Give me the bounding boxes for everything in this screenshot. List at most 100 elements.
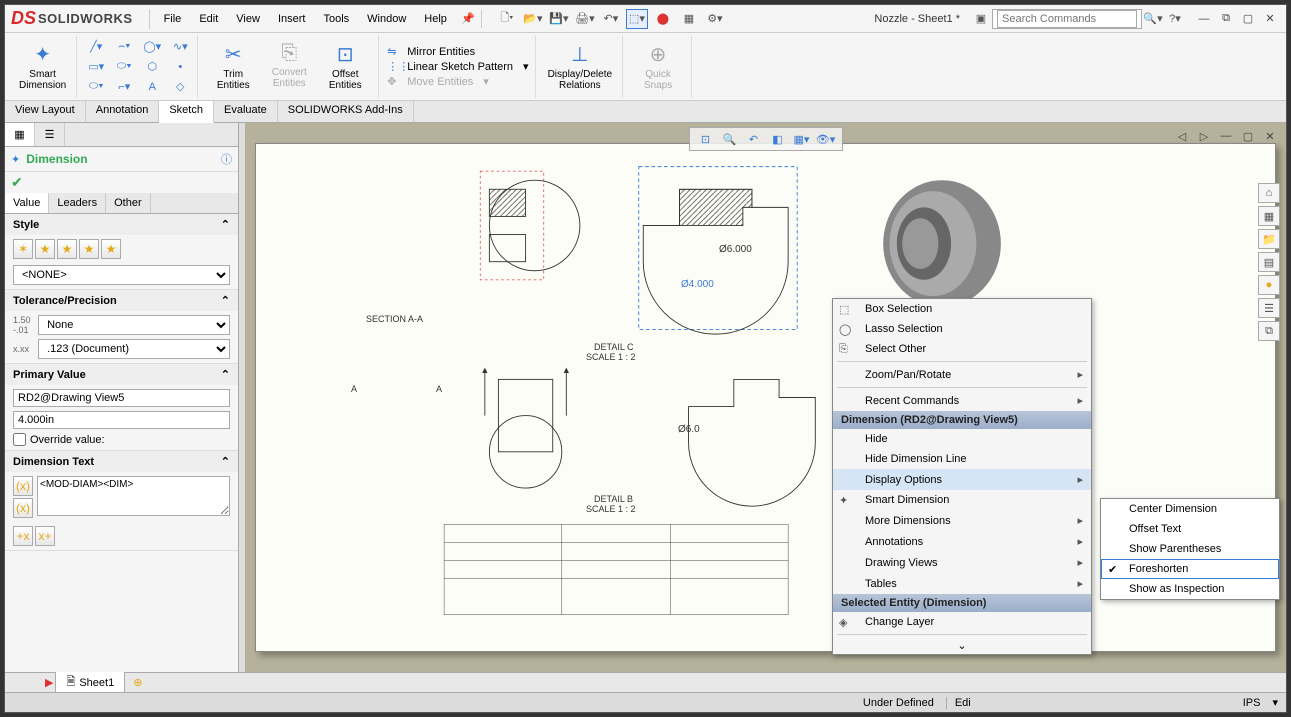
doc-restore-icon[interactable]: ▢ (1238, 127, 1258, 145)
sm-foreshorten[interactable]: ✔Foreshorten (1101, 559, 1279, 579)
display-style-icon[interactable]: ▦▾ (792, 130, 812, 148)
search-input[interactable] (997, 10, 1137, 28)
smart-dimension-button[interactable]: ✦ Smart Dimension (15, 40, 70, 93)
subtab-leaders[interactable]: Leaders (49, 193, 106, 213)
style-update-icon[interactable]: ★ (57, 239, 77, 259)
home-icon[interactable]: ⌂ (1258, 183, 1280, 203)
appearances-icon[interactable]: ● (1258, 275, 1280, 295)
model-tab-icon[interactable]: ▶ (45, 676, 53, 689)
ellipse-icon[interactable]: ⬭▾ (85, 78, 107, 96)
style-apply-icon[interactable]: ✶ (13, 239, 33, 259)
undo-icon[interactable]: ↶▾ (600, 9, 622, 29)
tolerance-precision-select[interactable]: .123 (Document) (38, 339, 230, 359)
forum-icon[interactable]: ⧉ (1258, 321, 1280, 341)
dimension-name-input[interactable] (13, 389, 230, 407)
prev-view-icon[interactable]: ↶ (744, 130, 764, 148)
cm-annotations[interactable]: Annotations▸ (833, 531, 1091, 552)
cm-smart-dimension[interactable]: ✦Smart Dimension (833, 490, 1091, 510)
cm-lasso-selection[interactable]: ◯Lasso Selection (833, 319, 1091, 339)
open-icon[interactable]: 📂▾ (522, 9, 544, 29)
save-icon[interactable]: 💾▾ (548, 9, 570, 29)
section-view-icon[interactable]: ◧ (768, 130, 788, 148)
cm-select-other[interactable]: ⎘Select Other (833, 339, 1091, 359)
style-save-icon[interactable]: ★ (101, 239, 121, 259)
search-icon[interactable]: 🔍▾ (1142, 9, 1164, 29)
menu-view[interactable]: View (228, 9, 268, 29)
trim-entities-button[interactable]: ✂ Trim Entities (206, 40, 260, 93)
explorer-icon[interactable]: ▤ (1258, 252, 1280, 272)
align-center-icon[interactable]: x+ (35, 526, 55, 546)
cm-recent-commands[interactable]: Recent Commands▸ (833, 390, 1091, 411)
search-prefix-icon[interactable]: ▣ (970, 9, 992, 29)
cm-expand[interactable]: ⌄ (833, 637, 1091, 654)
minimize-icon[interactable]: — (1194, 10, 1214, 28)
collapse-icon[interactable]: ⌃ (221, 368, 230, 381)
plane-icon[interactable]: ◇ (169, 78, 191, 96)
print-icon[interactable]: 🖨▾ (574, 9, 596, 29)
cm-more-dimensions[interactable]: More Dimensions▸ (833, 510, 1091, 531)
select-icon[interactable]: ⬚▾ (626, 9, 648, 29)
cm-hide-dimension-line[interactable]: Hide Dimension Line (833, 449, 1091, 469)
text-icon[interactable]: A (141, 78, 163, 96)
tab-view-layout[interactable]: View Layout (5, 101, 86, 122)
point-icon[interactable]: • (169, 58, 191, 76)
subtab-other[interactable]: Other (106, 193, 151, 213)
align-left-icon[interactable]: +x (13, 526, 33, 546)
cm-box-selection[interactable]: ⬚Box Selection (833, 299, 1091, 319)
pushpin-icon[interactable]: 📌 (457, 9, 479, 29)
spline-icon[interactable]: ∿▾ (169, 38, 191, 56)
collapse-icon[interactable]: ⌃ (221, 218, 230, 231)
mirror-entities-button[interactable]: ⇋ Mirror Entities (387, 44, 475, 59)
polygon-icon[interactable]: ⬡ (141, 58, 163, 76)
dim-4000-selected[interactable]: Ø4.000 (681, 279, 714, 290)
panel-help-icon[interactable]: ⓘ (221, 151, 232, 167)
menu-insert[interactable]: Insert (270, 9, 314, 29)
doc-prev-icon[interactable]: ◁ (1172, 127, 1192, 145)
slot-icon[interactable]: ⬭▾ (113, 58, 135, 76)
search-commands[interactable] (992, 9, 1142, 29)
style-add-icon[interactable]: ★ (35, 239, 55, 259)
dim-6-side[interactable]: Ø6.0 (678, 424, 700, 435)
maximize-icon[interactable]: ▢ (1238, 10, 1258, 28)
doc-close-icon[interactable]: ✕ (1260, 127, 1280, 145)
property-tab[interactable]: ☰ (35, 123, 65, 146)
zoom-fit-icon[interactable]: ⊡ (696, 130, 716, 148)
text-prefix-icon[interactable]: (x) (13, 476, 33, 496)
restore-icon[interactable]: ⧉ (1216, 10, 1236, 28)
cm-tables[interactable]: Tables▸ (833, 573, 1091, 594)
rebuild-icon[interactable]: ⬤ (652, 9, 674, 29)
dim-6000[interactable]: Ø6.000 (719, 244, 752, 255)
linear-pattern-button[interactable]: ⋮⋮ Linear Sketch Pattern ▾ (387, 59, 528, 74)
display-relations-button[interactable]: ⊥ Display/Delete Relations (544, 40, 616, 93)
resources-icon[interactable]: ▦ (1258, 206, 1280, 226)
doc-next-icon[interactable]: ▷ (1194, 127, 1214, 145)
arc-icon[interactable]: ⌢▾ (113, 38, 135, 56)
menu-window[interactable]: Window (359, 9, 414, 29)
menu-edit[interactable]: Edit (191, 9, 226, 29)
feature-tree-tab[interactable]: ▦ (5, 123, 35, 146)
rectangle-icon[interactable]: ▭▾ (85, 58, 107, 76)
fillet-icon[interactable]: ⌐▾ (113, 78, 135, 96)
subtab-value[interactable]: Value (5, 193, 49, 213)
dimension-value-input[interactable] (13, 411, 230, 429)
close-icon[interactable]: ✕ (1260, 10, 1280, 28)
collapse-icon[interactable]: ⌃ (221, 294, 230, 307)
options-icon[interactable]: ▦ (678, 9, 700, 29)
help-icon[interactable]: ?▾ (1164, 9, 1186, 29)
sm-center-dimension[interactable]: Center Dimension (1101, 499, 1279, 519)
hide-show-icon[interactable]: 👁▾ (816, 130, 836, 148)
tolerance-type-select[interactable]: None (38, 315, 230, 335)
sm-show-as-inspection[interactable]: Show as Inspection (1101, 579, 1279, 599)
cm-drawing-views[interactable]: Drawing Views▸ (833, 552, 1091, 573)
cm-display-options[interactable]: Display Options▸ (833, 469, 1091, 490)
override-checkbox[interactable] (13, 433, 26, 446)
collapse-icon[interactable]: ⌃ (221, 455, 230, 468)
cm-change-layer[interactable]: ◈Change Layer (833, 612, 1091, 632)
tab-evaluate[interactable]: Evaluate (214, 101, 278, 122)
tab-sketch[interactable]: Sketch (159, 101, 214, 123)
menu-tools[interactable]: Tools (315, 9, 357, 29)
cm-hide[interactable]: Hide (833, 429, 1091, 449)
sm-show-parentheses[interactable]: Show Parentheses (1101, 539, 1279, 559)
settings-icon[interactable]: ⚙▾ (704, 9, 726, 29)
line-icon[interactable]: ╱▾ (85, 38, 107, 56)
